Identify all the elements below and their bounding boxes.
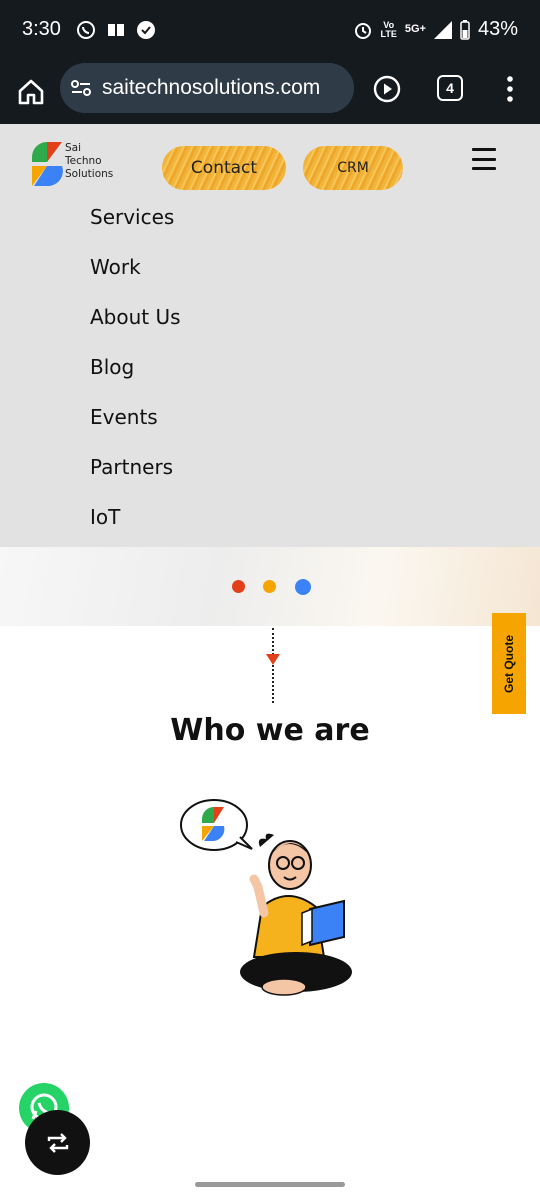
section-title: Who we are <box>170 713 370 748</box>
carousel-dot-3-active[interactable] <box>295 579 311 595</box>
arrow-down-icon <box>266 654 280 665</box>
get-quote-label: Get Quote <box>502 634 517 693</box>
nav-item-work[interactable]: Work <box>90 254 181 304</box>
reading-person-illustration <box>180 799 352 996</box>
more-options-icon[interactable] <box>500 75 520 103</box>
nav-item-blog[interactable]: Blog <box>90 354 181 404</box>
hero-banner <box>0 547 540 626</box>
battery-icon <box>460 19 470 40</box>
alarm-icon <box>354 22 371 39</box>
browser-toolbar: saitechnosolutions.com 4 <box>0 62 540 124</box>
get-quote-tab[interactable]: Get Quote <box>492 613 526 714</box>
book-notification-icon <box>108 24 124 36</box>
scroll-dotted-line <box>272 628 274 703</box>
repeat-fab[interactable] <box>25 1110 90 1175</box>
hamburger-menu-icon[interactable] <box>472 148 496 170</box>
tab-switcher-button[interactable]: 4 <box>437 75 463 101</box>
url-text: saitechnosolutions.com <box>102 76 321 99</box>
status-time: 3:30 <box>22 18 61 40</box>
status-right: Vo LTE 5G+ 43% <box>353 18 518 41</box>
carousel-dot-1[interactable] <box>232 580 245 593</box>
logo-text: Sai Techno Solutions <box>65 142 114 180</box>
home-icon[interactable] <box>16 77 46 107</box>
whatsapp-notification-icon <box>77 21 95 39</box>
nav-menu: Services Work About Us Blog Events Partn… <box>90 204 181 554</box>
tab-count: 4 <box>446 80 454 96</box>
site-menu-panel: Sai Techno Solutions Contact CRM Service… <box>0 124 540 547</box>
nav-item-events[interactable]: Events <box>90 404 181 454</box>
status-bar: 3:30 Vo LTE 5G+ 43% <box>0 0 540 62</box>
contact-button[interactable]: Contact <box>162 146 286 190</box>
nav-item-services[interactable]: Services <box>90 204 181 254</box>
nav-item-about-us[interactable]: About Us <box>90 304 181 354</box>
site-info-icon[interactable] <box>70 77 92 99</box>
gesture-navigation-bar[interactable] <box>195 1182 345 1187</box>
carousel-dot-2[interactable] <box>263 580 276 593</box>
notification-icons <box>76 20 156 40</box>
site-logo[interactable]: Sai Techno Solutions <box>30 140 130 190</box>
chat-notification-icon <box>137 21 155 39</box>
crm-button[interactable]: CRM <box>303 146 403 190</box>
repeat-icon <box>47 1132 68 1153</box>
volte-indicator: Vo LTE <box>380 19 397 39</box>
battery-percent: 43% <box>477 18 518 40</box>
play-icon[interactable] <box>373 75 401 103</box>
address-bar[interactable]: saitechnosolutions.com <box>60 63 354 113</box>
nav-item-partners[interactable]: Partners <box>90 454 181 504</box>
logo-mark-icon <box>32 142 63 187</box>
network-type: 5G+ <box>404 23 426 35</box>
signal-icon <box>433 20 452 39</box>
